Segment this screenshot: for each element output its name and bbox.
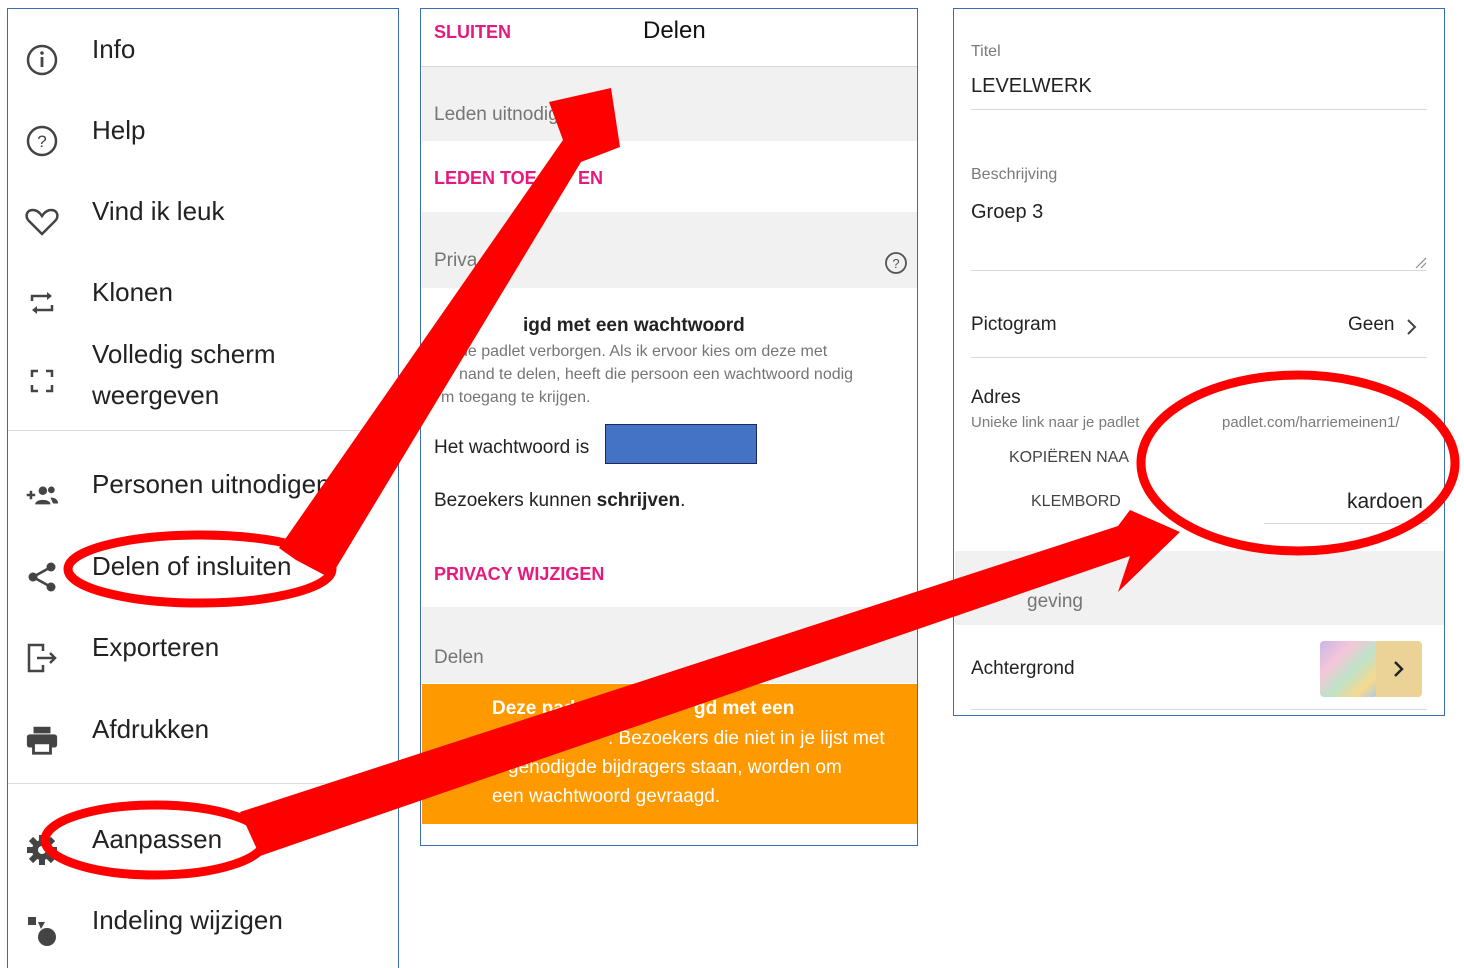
address-hint: Unieke link naar je padlet [971, 414, 1140, 431]
menu-panel: Info ? Help Vind ik leuk Klonen Volledig… [7, 8, 399, 968]
address-prefix: padlet.com/harriemeinen1/ [1222, 414, 1400, 431]
chevron-right-icon [1393, 660, 1405, 683]
appearance-section-header: geving [955, 551, 1444, 625]
heart-icon [25, 205, 59, 239]
share-title: Delen [643, 17, 706, 44]
appearance-section-label: geving [1027, 591, 1083, 612]
export-icon [25, 641, 59, 675]
menu-item-label: Personen uitnodigen [92, 469, 331, 499]
menu-item-label: Volledig scherm [92, 339, 276, 369]
print-icon [25, 723, 59, 757]
menu-item-label: Help [92, 115, 146, 145]
menu-item-label: Klonen [92, 277, 173, 307]
menu-item-label: Info [92, 34, 136, 64]
title-input[interactable]: LEVELWERK [971, 75, 1092, 98]
close-button[interactable]: SLUITEN [434, 22, 511, 43]
warning-text-line3: een wachtwoord gevraagd. [492, 786, 721, 807]
privacy-desc-3: m toegang te krijgen. [441, 389, 591, 406]
copy-to-clipboard-button-line2[interactable]: KLEMBORD [1031, 493, 1121, 511]
warning-icon [446, 740, 466, 763]
warning-text-bold-tail: gd met een [694, 698, 795, 719]
menu-item-fullscreen[interactable]: Volledig scherm weergeven [8, 334, 398, 424]
copy-to-clipboard-button[interactable]: KOPIËREN NAA [1009, 449, 1129, 467]
description-underline [971, 270, 1427, 271]
menu-item-label: Afdrukken [92, 714, 210, 744]
title-underline [971, 109, 1427, 110]
svg-text:?: ? [37, 132, 46, 151]
menu-item-share[interactable]: Delen of insluiten [8, 546, 398, 606]
visitors-permission: Bezoekers kunnen schrijven. [434, 490, 686, 511]
description-input[interactable]: Groep 3 [971, 201, 1043, 224]
layout-icon [25, 914, 59, 948]
invite-section-header: Leden uitnodig [422, 67, 917, 141]
menu-item-invite[interactable]: Personen uitnodigen [8, 464, 398, 524]
address-input[interactable]: kardoen [1347, 490, 1423, 514]
warning-text-line2: genodigde bijdragers staan, worden om [508, 757, 842, 778]
background-picker-button[interactable] [1376, 641, 1422, 697]
warning-text-bold: Deze pad [492, 698, 576, 719]
gear-icon [25, 833, 59, 867]
help-icon: ? [25, 124, 59, 158]
change-privacy-link[interactable]: PRIVACY WIJZIGEN [434, 564, 604, 585]
menu-divider [8, 783, 398, 784]
menu-item-clone[interactable]: Klonen [8, 272, 398, 332]
menu-item-label: Delen of insluiten [92, 551, 292, 581]
menu-divider [8, 430, 398, 431]
icon-setting-label: Pictogram [971, 314, 1057, 335]
menu-item-like[interactable]: Vind ik leuk [8, 191, 398, 251]
share-panel: SLUITEN Delen Leden uitnodig LEDEN TOE E… [420, 8, 918, 846]
privacy-desc-2: nand te delen, heeft die persoon een wac… [459, 366, 854, 383]
title-label: Titel [971, 43, 1001, 60]
info-icon [25, 43, 59, 77]
add-members-link-tail[interactable]: EN [578, 168, 603, 189]
menu-item-label-line2: weergeven [92, 380, 220, 410]
share-section-header: Delen [422, 607, 917, 683]
add-members-link[interactable]: LEDEN TOE [434, 168, 537, 189]
menu-item-print[interactable]: Afdrukken [8, 709, 398, 769]
help-icon[interactable]: ? [884, 251, 908, 280]
icon-setting-value[interactable]: Geen [1348, 314, 1394, 336]
menu-item-info[interactable]: Info [8, 29, 398, 89]
menu-item-label: Exporteren [92, 632, 220, 662]
resize-handle-icon[interactable] [1415, 256, 1427, 274]
address-underline [1264, 523, 1428, 524]
warning-text-line1: . Bezoekers die niet in je lijst met [608, 728, 885, 749]
background-thumbnail[interactable] [1320, 641, 1378, 697]
repeat-icon [25, 286, 59, 320]
menu-item-label: Aanpassen [92, 824, 223, 854]
description-label: Beschrijving [971, 166, 1058, 183]
menu-item-layout[interactable]: Indeling wijzigen [8, 900, 398, 960]
menu-item-help[interactable]: ? Help [8, 110, 398, 170]
privacy-desc-1: de padlet verborgen. Als ik ervoor kies … [459, 343, 828, 360]
background-underline [971, 709, 1427, 710]
password-redaction [605, 424, 757, 464]
invite-section-label: Leden uitnodig [434, 104, 559, 125]
background-label: Achtergrond [971, 658, 1075, 679]
menu-item-customize[interactable]: Aanpassen [8, 819, 398, 879]
add-people-icon [25, 478, 59, 512]
password-label: Het wachtwoord is [434, 437, 590, 458]
privacy-heading: igd met een wachtwoord [523, 315, 745, 336]
privacy-heading-dot: . [713, 315, 719, 336]
privacy-section-header: Priva ? [422, 212, 917, 288]
share-icon [25, 560, 59, 594]
customize-panel: Titel LEVELWERK Beschrijving Groep 3 Pic… [953, 8, 1445, 716]
address-label: Adres [971, 387, 1021, 408]
menu-item-label: Vind ik leuk [92, 196, 225, 226]
icon-setting-underline [971, 357, 1427, 358]
password-warning-banner: Deze pad gd met een . Bezoekers die niet… [422, 684, 917, 824]
fullscreen-icon [25, 364, 59, 398]
menu-item-label: Indeling wijzigen [92, 905, 283, 935]
menu-item-export[interactable]: Exporteren [8, 627, 398, 687]
privacy-section-label: Priva [434, 250, 478, 271]
svg-text:?: ? [892, 256, 899, 271]
share-section-label: Delen [434, 647, 484, 668]
chevron-right-icon[interactable] [1406, 318, 1418, 341]
